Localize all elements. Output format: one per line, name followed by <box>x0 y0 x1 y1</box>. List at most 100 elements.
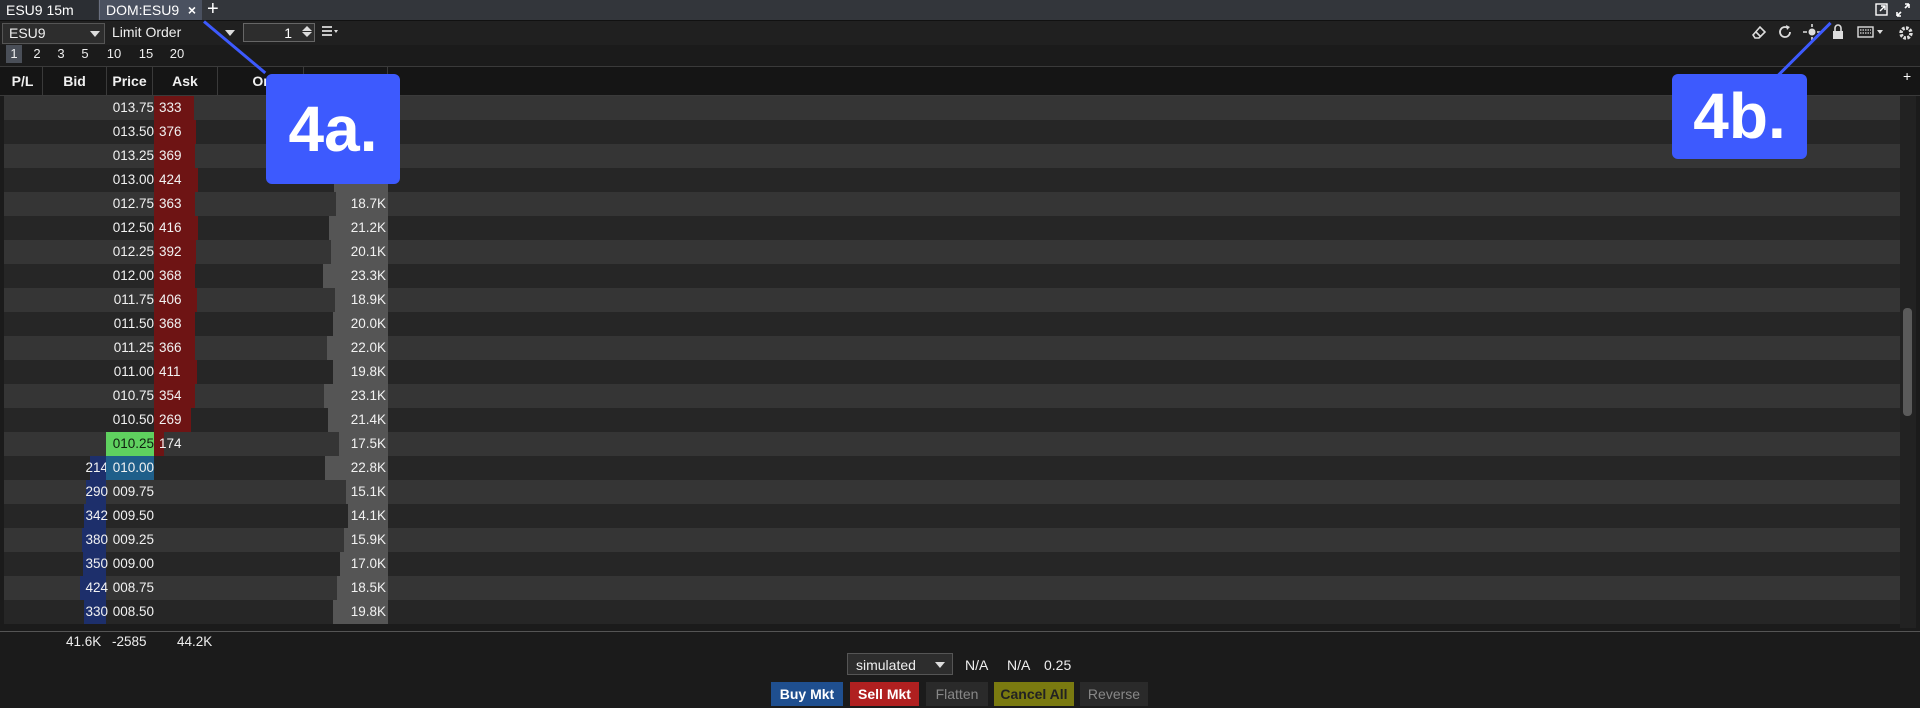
price-cell[interactable]: 012.00 <box>106 264 154 288</box>
close-tab-icon[interactable]: × <box>188 0 196 20</box>
ladder-row[interactable]: 010.25 174 17.5K <box>4 432 1900 456</box>
price-cell[interactable]: 011.50 <box>106 312 154 336</box>
bid-size[interactable]: 214 <box>85 456 108 480</box>
order-footer: simulated N/A N/A 0.25 Buy Mkt Sell Mkt … <box>0 651 1920 708</box>
price-cell[interactable]: 009.50 <box>106 504 154 528</box>
ladder-row[interactable]: 010.75 354 23.1K <box>4 384 1900 408</box>
ladder-scrollbar[interactable] <box>1900 96 1916 628</box>
ask-size[interactable]: 366 <box>159 336 182 360</box>
price-cell[interactable]: 012.50 <box>106 216 154 240</box>
ask-size[interactable]: 369 <box>159 144 182 168</box>
symbol-select[interactable]: ESU9 <box>2 23 105 44</box>
ask-size[interactable]: 333 <box>159 96 182 120</box>
buy-market-button[interactable]: Buy Mkt <box>771 682 843 706</box>
column-pl[interactable]: P/L <box>3 67 43 95</box>
bid-size[interactable]: 380 <box>85 528 108 552</box>
price-cell[interactable]: 009.75 <box>106 480 154 504</box>
last-price-cell[interactable]: 010.25 <box>106 432 154 456</box>
reverse-button[interactable]: Reverse <box>1080 682 1148 706</box>
keyboard-icon[interactable] <box>1857 24 1885 45</box>
ladder-row[interactable]: 330 008.50 19.8K <box>4 600 1900 624</box>
tab-chart[interactable]: ESU9 15m <box>0 0 98 20</box>
depth-option-20[interactable]: 20 <box>167 45 187 63</box>
expand-icon[interactable] <box>1896 3 1910 17</box>
price-cell[interactable]: 013.25 <box>106 144 154 168</box>
column-price[interactable]: Price <box>107 67 153 95</box>
ask-size[interactable]: 376 <box>159 120 182 144</box>
ladder-row[interactable]: 342 009.50 14.1K <box>4 504 1900 528</box>
add-tab-button[interactable]: + <box>207 0 219 21</box>
ladder-row[interactable]: 011.50 368 20.0K <box>4 312 1900 336</box>
ask-size[interactable]: 424 <box>159 168 182 192</box>
price-cell[interactable]: 009.00 <box>106 552 154 576</box>
price-cell[interactable]: 012.25 <box>106 240 154 264</box>
depth-option-15[interactable]: 15 <box>136 45 156 63</box>
price-cell[interactable]: 011.00 <box>106 360 154 384</box>
ask-size[interactable]: 363 <box>159 192 182 216</box>
ask-size[interactable]: 368 <box>159 312 182 336</box>
ask-size[interactable]: 416 <box>159 216 182 240</box>
ladder-row[interactable]: 011.00 411 19.8K <box>4 360 1900 384</box>
price-cell[interactable]: 010.50 <box>106 408 154 432</box>
quantity-stepper[interactable] <box>301 25 313 41</box>
price-cell[interactable]: 008.75 <box>106 576 154 600</box>
ask-size[interactable]: 411 <box>159 360 181 384</box>
column-bid[interactable]: Bid <box>43 67 107 95</box>
ladder-row[interactable]: 011.25 366 22.0K <box>4 336 1900 360</box>
ladder-row[interactable]: 012.50 416 21.2K <box>4 216 1900 240</box>
ladder-row[interactable]: 011.75 406 18.9K <box>4 288 1900 312</box>
price-cell[interactable]: 010.00 <box>106 456 154 480</box>
lock-icon[interactable] <box>1832 24 1844 45</box>
account-select[interactable]: simulated <box>847 653 953 675</box>
price-cell[interactable]: 013.00 <box>106 168 154 192</box>
price-cell[interactable]: 008.50 <box>106 600 154 624</box>
volume-value: 20.1K <box>350 244 386 259</box>
ask-size[interactable]: 392 <box>159 240 182 264</box>
eraser-icon[interactable] <box>1751 24 1767 45</box>
price-cell[interactable]: 013.75 <box>106 96 154 120</box>
flatten-button[interactable]: Flatten <box>926 682 988 706</box>
price-cell[interactable]: 012.75 <box>106 192 154 216</box>
bid-size[interactable]: 290 <box>85 480 108 504</box>
ask-size[interactable]: 174 <box>159 432 182 456</box>
ask-size[interactable]: 368 <box>159 264 182 288</box>
tab-dom[interactable]: DOM:ESU9 × <box>99 0 202 20</box>
column-ask[interactable]: Ask <box>153 67 218 95</box>
ladder-row[interactable]: 424 008.75 18.5K <box>4 576 1900 600</box>
ladder-row[interactable]: 350 009.00 17.0K <box>4 552 1900 576</box>
ladder-row[interactable]: 010.50 269 21.4K <box>4 408 1900 432</box>
price-cell[interactable]: 010.75 <box>106 384 154 408</box>
depth-option-5[interactable]: 5 <box>79 45 91 63</box>
price-cell[interactable]: 009.25 <box>106 528 154 552</box>
popout-icon[interactable] <box>1874 3 1888 17</box>
ladder-row[interactable]: 012.25 392 20.1K <box>4 240 1900 264</box>
ladder-row[interactable]: 290 009.75 15.1K <box>4 480 1900 504</box>
price-cell[interactable]: 011.75 <box>106 288 154 312</box>
volume-value: 22.0K <box>350 340 386 355</box>
list-menu-icon[interactable] <box>321 24 339 43</box>
depth-option-3[interactable]: 3 <box>55 45 67 63</box>
ladder-row[interactable]: 214 010.00 22.8K <box>4 456 1900 480</box>
ladder-row[interactable]: 012.00 368 23.3K <box>4 264 1900 288</box>
bid-size[interactable]: 330 <box>85 600 108 624</box>
ladder-row[interactable]: 012.75 363 18.7K <box>4 192 1900 216</box>
depth-option-1[interactable]: 1 <box>6 45 22 63</box>
refresh-icon[interactable] <box>1777 24 1793 45</box>
depth-option-10[interactable]: 10 <box>104 45 124 63</box>
cancel-all-button[interactable]: Cancel All <box>994 682 1074 706</box>
bid-size[interactable]: 424 <box>85 576 108 600</box>
ask-size[interactable]: 269 <box>159 408 182 432</box>
ladder-row[interactable]: 380 009.25 15.9K <box>4 528 1900 552</box>
depth-option-2[interactable]: 2 <box>31 45 43 63</box>
scrollbar-thumb[interactable] <box>1903 308 1912 416</box>
account-value: simulated <box>856 657 916 673</box>
settings-icon[interactable] <box>1897 24 1915 47</box>
bid-size[interactable]: 350 <box>85 552 108 576</box>
sell-market-button[interactable]: Sell Mkt <box>850 682 919 706</box>
bid-size[interactable]: 342 <box>85 504 108 528</box>
ask-size[interactable]: 354 <box>159 384 182 408</box>
price-cell[interactable]: 013.50 <box>106 120 154 144</box>
add-column-button[interactable]: + <box>1903 68 1911 84</box>
price-cell[interactable]: 011.25 <box>106 336 154 360</box>
ask-size[interactable]: 406 <box>159 288 182 312</box>
